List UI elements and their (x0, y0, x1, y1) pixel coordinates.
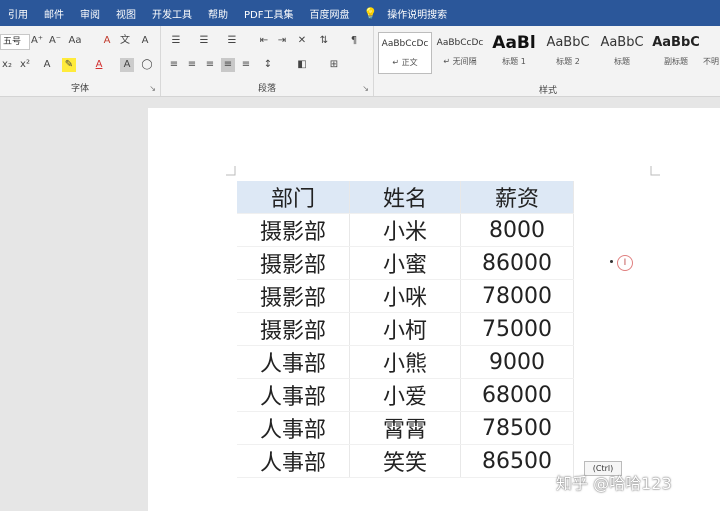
text-effects-icon[interactable]: A (40, 58, 54, 72)
cell-name[interactable]: 霄霄 (349, 411, 461, 445)
tell-me-search[interactable]: 操作说明搜索 (379, 6, 455, 21)
highlight-icon[interactable]: ✎ (62, 58, 76, 72)
font-dialog-launcher-icon[interactable]: ↘ (149, 84, 156, 93)
menu-view[interactable]: 视图 (108, 6, 144, 21)
menu-references[interactable]: 引用 (0, 6, 36, 21)
numbering-icon[interactable]: ☰ (197, 34, 211, 48)
clear-format-icon[interactable]: A (100, 34, 114, 48)
cell-salary[interactable]: 78500 (460, 411, 574, 445)
sort-icon[interactable]: ⇅ (317, 34, 331, 48)
shrink-font-icon[interactable]: A⁻ (48, 34, 62, 48)
zhihu-watermark: 知乎 @哈哈123 (556, 474, 672, 493)
cell-salary[interactable]: 75000 (460, 312, 574, 346)
align-right-icon[interactable]: ≡ (203, 58, 217, 72)
font-group-label: 字体 (70, 84, 89, 94)
phonetic-guide-icon[interactable]: 文 (118, 34, 132, 48)
cell-name[interactable]: 小柯 (349, 312, 461, 346)
subscript-icon[interactable]: x₂ (0, 58, 14, 72)
cell-department[interactable]: 人事部 (237, 345, 350, 379)
multilevel-list-icon[interactable]: ☰ (225, 34, 239, 48)
style-no-spacing[interactable]: AaBbCcDc ↵ 无间隔 (434, 32, 486, 72)
paragraph-group-label: 段落 (257, 84, 276, 94)
align-center-icon[interactable]: ≡ (185, 58, 199, 72)
crop-mark-top-right (650, 166, 660, 176)
menu-help[interactable]: 帮助 (200, 6, 236, 21)
cell-salary[interactable]: 9000 (460, 345, 574, 379)
show-marks-icon[interactable]: ¶ (347, 34, 361, 48)
lightbulb-icon[interactable]: 💡 (357, 7, 379, 20)
bullets-icon[interactable]: ☰ (169, 34, 183, 48)
cell-department[interactable]: 人事部 (237, 444, 350, 478)
enclose-char-icon[interactable]: ◯ (140, 58, 154, 72)
increase-indent-icon[interactable]: ⇥ (275, 34, 289, 48)
font-group: 五号 A⁺ A⁻ Aa A 文 A x₂ x² A ✎ A A ◯ 字体 ↘ (0, 26, 161, 96)
cell-salary[interactable]: 68000 (460, 378, 574, 412)
menu-developer[interactable]: 开发工具 (144, 6, 200, 21)
chinese-layout-icon[interactable]: ✕ (295, 34, 309, 48)
cell-name[interactable]: 小咪 (349, 279, 461, 313)
paragraph-group: ☰ ☰ ☰ ⇤ ⇥ ✕ ⇅ ¶ ≡ ≡ ≡ ≡ ≡ ↕ ◧ ⊞ 段落 ↘ (161, 26, 374, 96)
cell-salary[interactable]: 78000 (460, 279, 574, 313)
cell-name[interactable]: 小米 (349, 213, 461, 247)
text-cursor-dot (610, 260, 613, 263)
header-name[interactable]: 姓名 (349, 181, 461, 214)
cell-department[interactable]: 摄影部 (237, 246, 350, 280)
ribbon: 五号 A⁺ A⁻ Aa A 文 A x₂ x² A ✎ A A ◯ 字体 ↘ ☰… (0, 26, 720, 97)
style-more[interactable]: 不明 (702, 32, 720, 72)
change-case-icon[interactable]: Aa (68, 34, 82, 48)
justify-icon[interactable]: ≡ (221, 58, 235, 72)
crop-mark-top-left (226, 166, 236, 176)
table-row: 摄影部 小柯 75000 (237, 312, 574, 346)
char-shading-icon[interactable]: A (120, 58, 134, 72)
cell-name[interactable]: 小熊 (349, 345, 461, 379)
salary-table[interactable]: 部门 姓名 薪资 摄影部 小米 8000 摄影部 小蜜 86000 摄影部 小咪… (237, 181, 574, 478)
header-salary[interactable]: 薪资 (460, 181, 574, 214)
superscript-icon[interactable]: x² (18, 58, 32, 72)
shading-icon[interactable]: ◧ (295, 58, 309, 72)
cell-salary[interactable]: 8000 (460, 213, 574, 247)
style-heading-1[interactable]: AaBl 标题 1 (488, 32, 540, 72)
menu-bar: 引用 邮件 审阅 视图 开发工具 帮助 PDF工具集 百度网盘 💡 操作说明搜索 (0, 0, 720, 26)
line-spacing-icon[interactable]: ↕ (261, 58, 275, 72)
styles-gallery: AaBbCcDc ↵ 正文 AaBbCcDc ↵ 无间隔 AaBl 标题 1 A… (376, 28, 720, 96)
font-size-select[interactable]: 五号 (0, 34, 30, 50)
style-heading-2[interactable]: AaBbC 标题 2 (542, 32, 594, 72)
distributed-icon[interactable]: ≡ (239, 58, 253, 72)
table-row: 摄影部 小米 8000 (237, 213, 574, 247)
cell-department[interactable]: 人事部 (237, 411, 350, 445)
cell-department[interactable]: 摄影部 (237, 213, 350, 247)
paragraph-dialog-launcher-icon[interactable]: ↘ (362, 84, 369, 93)
menu-review[interactable]: 审阅 (72, 6, 108, 21)
ibeam-cursor-icon: I (617, 255, 633, 271)
header-department[interactable]: 部门 (237, 181, 350, 214)
table-row: 摄影部 小蜜 86000 (237, 246, 574, 280)
table-header-row: 部门 姓名 薪资 (237, 181, 574, 214)
table-row: 人事部 霄霄 78500 (237, 411, 574, 445)
menu-mailings[interactable]: 邮件 (36, 6, 72, 21)
table-row: 人事部 小熊 9000 (237, 345, 574, 379)
styles-group-label: 样式 (538, 86, 557, 96)
cell-name[interactable]: 小爱 (349, 378, 461, 412)
cell-department[interactable]: 摄影部 (237, 312, 350, 346)
cell-department[interactable]: 摄影部 (237, 279, 350, 313)
cell-name[interactable]: 小蜜 (349, 246, 461, 280)
cell-department[interactable]: 人事部 (237, 378, 350, 412)
style-title[interactable]: AaBbC 标题 (596, 32, 648, 72)
cell-salary[interactable]: 86000 (460, 246, 574, 280)
table-row: 人事部 笑笑 86500 (237, 444, 574, 478)
table-row: 人事部 小爱 68000 (237, 378, 574, 412)
grow-font-icon[interactable]: A⁺ (30, 34, 44, 48)
style-subtitle[interactable]: AaBbC 副标题 (650, 32, 702, 72)
font-color-icon[interactable]: A (92, 58, 106, 72)
char-border-icon[interactable]: A (138, 34, 152, 48)
menu-baidu-netdisk[interactable]: 百度网盘 (301, 6, 357, 21)
style-normal[interactable]: AaBbCcDc ↵ 正文 (378, 32, 432, 74)
table-row: 摄影部 小咪 78000 (237, 279, 574, 313)
decrease-indent-icon[interactable]: ⇤ (257, 34, 271, 48)
borders-icon[interactable]: ⊞ (327, 58, 341, 72)
menu-pdf-tools[interactable]: PDF工具集 (236, 6, 301, 21)
cell-name[interactable]: 笑笑 (349, 444, 461, 478)
align-left-icon[interactable]: ≡ (167, 58, 181, 72)
